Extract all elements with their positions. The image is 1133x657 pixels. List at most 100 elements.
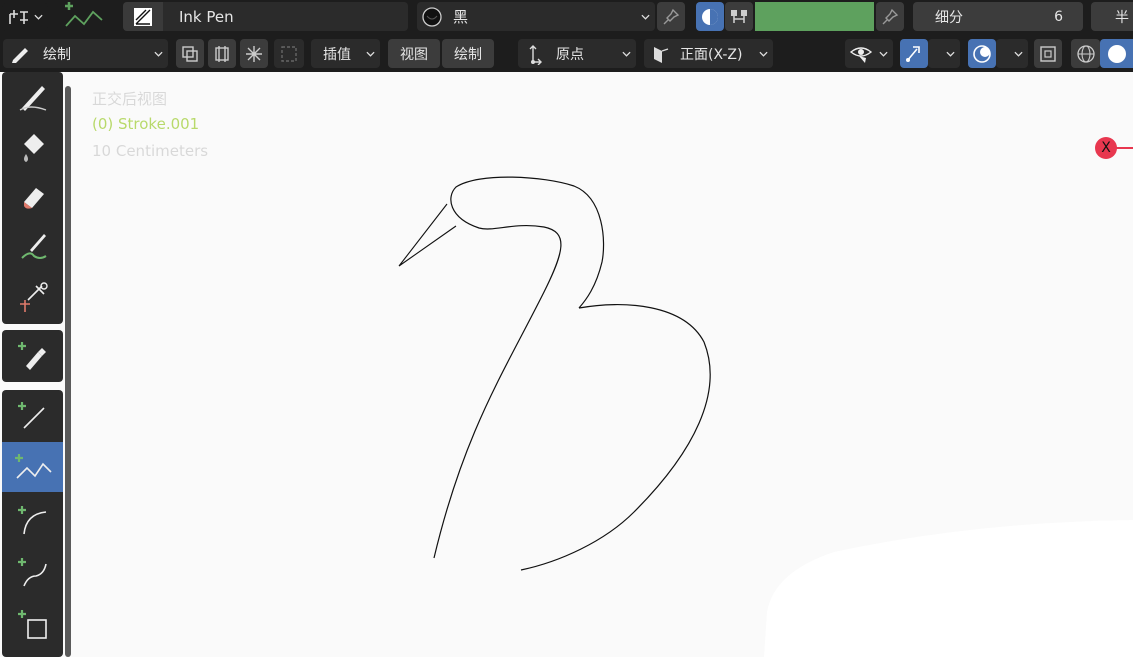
curve-tool-icon xyxy=(17,558,47,587)
edit-lines-icon xyxy=(215,45,229,62)
viewport-corner-region xyxy=(764,520,1133,657)
draw-menu-label: 绘制 xyxy=(454,46,482,63)
tool-group-eyedropper xyxy=(2,330,63,382)
chevron-down-icon xyxy=(154,51,163,57)
shading-wireframe-button[interactable] xyxy=(1071,39,1100,68)
vertex-color-icon xyxy=(731,9,747,23)
tool-shelf-scrollbar[interactable] xyxy=(65,86,71,657)
pin-icon xyxy=(882,8,899,24)
gizmo-dropdown[interactable] xyxy=(928,39,960,68)
origin-pivot-icon xyxy=(529,44,542,65)
pin-material-button[interactable] xyxy=(657,2,685,31)
chevron-down-icon xyxy=(622,51,631,57)
gizmo-toggle-button[interactable] xyxy=(900,39,928,68)
stroke-neck xyxy=(433,176,605,559)
interpolate-dropdown[interactable]: 插值 xyxy=(311,39,380,68)
orientation-label: 正面(X-Z) xyxy=(680,46,743,63)
subdivision-field[interactable]: 细分 6 xyxy=(913,2,1083,31)
3d-viewport[interactable]: 正交后视图 (0) Stroke.001 10 Centimeters X xyxy=(74,72,1133,657)
view-menu-label: 视图 xyxy=(400,46,428,63)
subdivision-label: 细分 xyxy=(935,9,963,26)
tool-erase[interactable] xyxy=(2,172,63,222)
chevron-down-icon xyxy=(34,14,43,20)
material-name: 黑 xyxy=(453,8,469,26)
cut-field[interactable]: 半 xyxy=(1091,2,1133,31)
overlay-dropdown[interactable] xyxy=(996,39,1028,68)
multiframe-icon xyxy=(182,45,198,62)
cut-label: 半 xyxy=(1115,9,1129,26)
gizmo-icon xyxy=(906,45,920,62)
freeze-button[interactable] xyxy=(240,39,268,68)
eye-cursor-icon xyxy=(849,46,873,63)
brush-preview-icon[interactable] xyxy=(123,2,163,31)
tool-polyline[interactable] xyxy=(2,442,63,492)
tool-eyedropper[interactable] xyxy=(2,330,63,380)
chevron-down-icon xyxy=(879,51,888,57)
overlay-toggle-button[interactable] xyxy=(968,39,996,68)
xray-icon xyxy=(1040,45,1056,62)
chevron-down-icon xyxy=(366,51,375,57)
vertex-color-swatch[interactable] xyxy=(755,2,874,31)
edit-lines-button[interactable] xyxy=(208,39,236,68)
front-plane-icon xyxy=(654,46,669,63)
pin-icon xyxy=(663,8,680,24)
tool-line[interactable] xyxy=(2,390,63,440)
chevron-down-icon xyxy=(946,51,955,57)
top-header-bar: Ink Pen 黑 细分 6 半 xyxy=(0,0,1133,34)
erase-tool-icon xyxy=(23,188,44,209)
tool-arc[interactable] xyxy=(2,494,63,544)
mode-dropdown[interactable]: 绘制 xyxy=(3,39,168,68)
pivot-label: 原点 xyxy=(556,46,584,63)
solid-sphere-icon xyxy=(1107,44,1126,63)
color-mode-vertex-button[interactable] xyxy=(725,2,753,31)
tool-settings-bar: 绘制 插值 视图 绘制 原点 正面(X-Z) xyxy=(0,34,1133,72)
arc-tool-icon xyxy=(17,506,46,535)
interpolate-label: 插值 xyxy=(323,46,351,63)
snowflake-icon xyxy=(246,45,262,62)
polyline-tool-header-icon[interactable] xyxy=(60,0,106,32)
subdivision-value: 6 xyxy=(1054,8,1063,25)
shading-solid-button[interactable] xyxy=(1100,39,1133,68)
ref-button[interactable] xyxy=(274,39,304,68)
editor-type-dropdown[interactable] xyxy=(2,3,48,31)
pivot-dropdown[interactable]: 原点 xyxy=(518,39,636,68)
wireframe-sphere-icon xyxy=(1076,44,1095,63)
chevron-down-icon xyxy=(1014,51,1023,57)
material-selector[interactable]: 黑 xyxy=(417,2,655,31)
tool-draw[interactable] xyxy=(2,72,63,122)
visibility-dropdown[interactable] xyxy=(845,39,893,68)
tool-tint[interactable] xyxy=(2,222,63,272)
box-tool-icon xyxy=(17,610,47,639)
brush-selector[interactable]: Ink Pen xyxy=(123,2,408,31)
stroke-body xyxy=(520,304,711,571)
brush-name: Ink Pen xyxy=(179,7,234,26)
tool-box[interactable] xyxy=(2,598,63,648)
tool-fill[interactable] xyxy=(2,122,63,172)
color-mode-material-button[interactable] xyxy=(696,2,724,31)
grease-pencil-object-icon xyxy=(9,10,28,24)
tint-tool-icon xyxy=(20,234,47,259)
multiframe-button[interactable] xyxy=(176,39,204,68)
material-sphere-icon xyxy=(422,6,442,27)
pin-color-button[interactable] xyxy=(876,2,904,31)
tool-group-primitives xyxy=(2,390,63,657)
tool-cutter[interactable] xyxy=(2,272,63,322)
view-menu-button[interactable]: 视图 xyxy=(388,39,440,68)
fill-tool-icon xyxy=(23,134,44,162)
tool-group-draw xyxy=(2,72,63,324)
line-tool-icon xyxy=(17,402,45,429)
orientation-dropdown[interactable]: 正面(X-Z) xyxy=(644,39,773,68)
tool-curve[interactable] xyxy=(2,546,63,596)
chevron-down-icon xyxy=(759,51,768,57)
material-mode-icon xyxy=(702,8,718,25)
draw-menu-button[interactable]: 绘制 xyxy=(442,39,494,68)
polyline-tool-icon xyxy=(14,454,52,479)
draw-tool-icon xyxy=(19,86,46,111)
tool-shelf xyxy=(0,72,74,657)
stroke-beak xyxy=(398,203,457,267)
link-icon xyxy=(281,45,297,62)
grease-pencil-strokes[interactable] xyxy=(74,72,1133,657)
xray-toggle-button[interactable] xyxy=(1034,39,1062,68)
overlay-icon xyxy=(973,44,991,63)
cutter-tool-icon xyxy=(19,282,48,312)
